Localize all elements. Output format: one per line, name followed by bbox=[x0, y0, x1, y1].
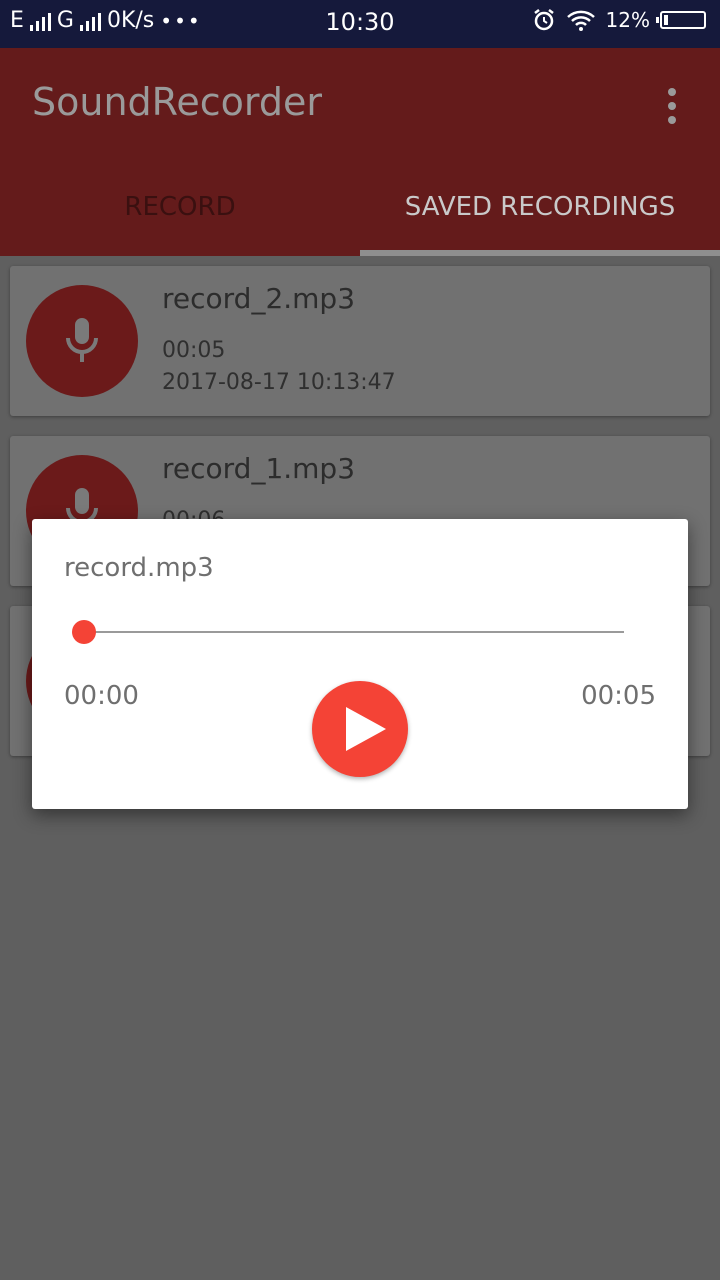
recording-date: 2017-08-17 10:13:47 bbox=[162, 370, 396, 395]
app-title: SoundRecorder bbox=[32, 80, 322, 124]
total-time: 00:05 bbox=[581, 681, 656, 711]
current-time: 00:00 bbox=[64, 681, 139, 711]
seek-thumb[interactable] bbox=[72, 620, 96, 644]
status-right: 12% bbox=[532, 8, 706, 32]
battery-icon bbox=[656, 11, 706, 29]
tab-bar: RECORD SAVED RECORDINGS bbox=[0, 172, 720, 256]
alarm-icon bbox=[533, 9, 554, 31]
tab-record[interactable]: RECORD bbox=[0, 172, 360, 256]
tab-saved-recordings[interactable]: SAVED RECORDINGS bbox=[360, 172, 720, 256]
recording-name: record_1.mp3 bbox=[162, 452, 356, 485]
recording-avatar bbox=[26, 285, 138, 397]
microphone-icon bbox=[66, 318, 98, 362]
status-bar: E G 0K/s ••• 10:30 12% bbox=[0, 0, 720, 48]
playback-dialog: record.mp3 00:00 00:05 bbox=[32, 519, 688, 809]
overflow-menu-icon[interactable] bbox=[668, 88, 678, 130]
wifi-icon bbox=[566, 10, 595, 31]
dialog-title: record.mp3 bbox=[64, 553, 214, 583]
recording-duration: 00:05 bbox=[162, 338, 226, 363]
play-button[interactable] bbox=[312, 681, 408, 777]
app-bar: SoundRecorder RECORD SAVED RECORDINGS bbox=[0, 48, 720, 256]
recording-name: record_2.mp3 bbox=[162, 282, 356, 315]
recording-item[interactable]: record_2.mp3 00:05 2017-08-17 10:13:47 bbox=[10, 266, 710, 416]
play-icon bbox=[346, 707, 386, 751]
battery-percent: 12% bbox=[605, 8, 650, 32]
seek-bar[interactable] bbox=[72, 620, 624, 644]
